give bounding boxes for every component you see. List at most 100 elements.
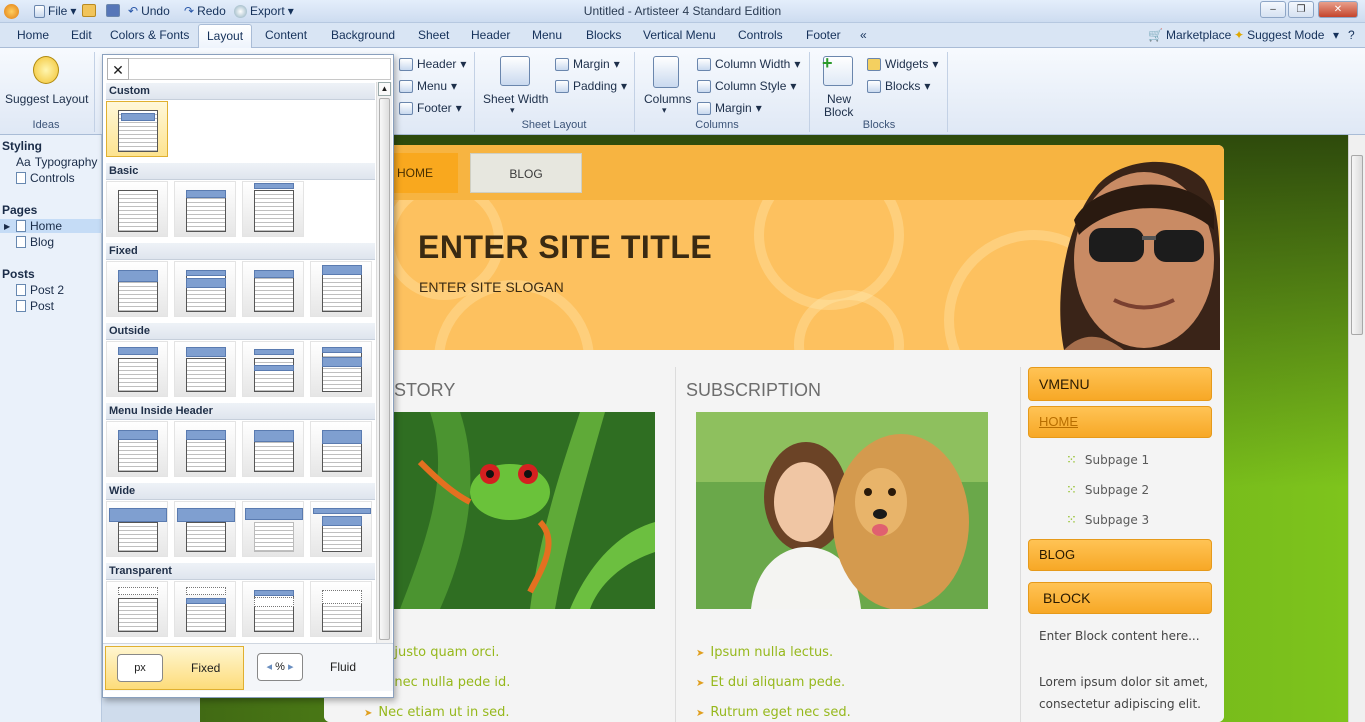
suggest-layout-button[interactable]: Suggest Layout bbox=[5, 92, 88, 106]
vmenu-title[interactable]: VMENU bbox=[1028, 367, 1212, 401]
layout-thumb[interactable] bbox=[310, 261, 372, 317]
post-item-post2[interactable]: Post 2 bbox=[16, 283, 64, 297]
layout-thumb[interactable] bbox=[106, 421, 168, 477]
columns-button[interactable]: Columns bbox=[644, 92, 691, 106]
vmenu-item-home[interactable]: HOME bbox=[1028, 406, 1212, 438]
tab-blocks[interactable]: Blocks bbox=[586, 28, 621, 42]
layout-thumb[interactable] bbox=[106, 261, 168, 317]
layout-thumb[interactable] bbox=[242, 341, 304, 397]
chevron-down-icon[interactable]: ▾ bbox=[1333, 28, 1339, 42]
layout-thumb[interactable] bbox=[242, 261, 304, 317]
tab-home[interactable]: Home bbox=[17, 28, 49, 42]
undo-button[interactable]: ↶ Undo bbox=[128, 4, 170, 18]
expand-icon[interactable]: ▶ bbox=[4, 222, 10, 231]
collapse-tabs-button[interactable]: « bbox=[860, 28, 867, 42]
page-item-home[interactable]: ▶ Home bbox=[0, 219, 102, 233]
site-slogan[interactable]: ENTER SITE SLOGAN bbox=[419, 279, 564, 295]
list-item[interactable]: Et dui aliquam pede. bbox=[696, 675, 845, 690]
open-button[interactable] bbox=[82, 4, 96, 17]
layout-thumb[interactable] bbox=[174, 181, 236, 237]
layout-thumb[interactable] bbox=[106, 341, 168, 397]
save-button[interactable] bbox=[106, 4, 120, 17]
widgets-button[interactable]: Widgets ▾ bbox=[867, 57, 938, 71]
gallery-filter-input[interactable] bbox=[129, 58, 391, 80]
export-button[interactable]: Export ▾ bbox=[234, 4, 294, 18]
margin-button[interactable]: Margin ▾ bbox=[555, 57, 620, 71]
list-item[interactable]: justo quam orci. bbox=[380, 645, 499, 660]
site-preview[interactable]: HOME BLOG ENTER SITE TITLE ENTER SITE SL… bbox=[324, 145, 1224, 722]
woman-dog-photo[interactable] bbox=[696, 412, 988, 609]
layout-thumb[interactable] bbox=[310, 421, 372, 477]
gallery-scrollbar-thumb[interactable] bbox=[379, 98, 390, 640]
marketplace-button[interactable]: 🛒 Marketplace bbox=[1148, 28, 1231, 42]
sheet-width-button[interactable]: Sheet Width bbox=[483, 92, 548, 106]
block-content[interactable]: consectetur adipiscing elit. bbox=[1039, 693, 1201, 715]
layout-thumb[interactable] bbox=[310, 341, 372, 397]
close-icon[interactable]: ✕ bbox=[107, 58, 129, 80]
tab-layout[interactable]: Layout bbox=[198, 24, 253, 48]
tab-vertical-menu[interactable]: Vertical Menu bbox=[643, 28, 716, 42]
typography-item[interactable]: Aa Typography bbox=[16, 155, 97, 169]
column-style-button[interactable]: Column Style ▾ bbox=[697, 79, 796, 93]
padding-button[interactable]: Padding ▾ bbox=[555, 79, 627, 93]
layout-thumb[interactable] bbox=[310, 501, 372, 557]
gallery-scrollbar[interactable]: ▲ ▼ bbox=[376, 82, 392, 669]
site-title[interactable]: ENTER SITE TITLE bbox=[418, 229, 712, 266]
layout-thumb[interactable] bbox=[310, 581, 372, 637]
suggest-mode-button[interactable]: ✦ Suggest Mode bbox=[1234, 28, 1324, 42]
layout-thumb[interactable] bbox=[174, 421, 236, 477]
close-button[interactable]: ✕ bbox=[1318, 1, 1358, 18]
list-item[interactable]: Nec etiam ut in sed. bbox=[364, 705, 509, 720]
column-title-subscription[interactable]: SUBSCRIPTION bbox=[686, 380, 821, 401]
scroll-up-icon[interactable]: ▲ bbox=[378, 82, 391, 96]
list-item[interactable]: Ipsum nulla lectus. bbox=[696, 645, 833, 660]
controls-item[interactable]: Controls bbox=[16, 171, 75, 185]
app-menu-icon[interactable] bbox=[4, 4, 19, 19]
layout-thumb[interactable] bbox=[242, 181, 304, 237]
help-icon[interactable]: ? bbox=[1348, 28, 1355, 42]
tab-sheet[interactable]: Sheet bbox=[418, 28, 449, 42]
page-item-blog[interactable]: Blog bbox=[16, 235, 54, 249]
tab-footer[interactable]: Footer bbox=[806, 28, 841, 42]
scrollbar-thumb[interactable] bbox=[1351, 155, 1363, 335]
layout-thumb[interactable] bbox=[242, 501, 304, 557]
vmenu-subpage[interactable]: Subpage 3 bbox=[1066, 513, 1149, 528]
block-content[interactable]: Enter Block content here... bbox=[1039, 625, 1200, 647]
layout-thumb[interactable] bbox=[106, 101, 168, 157]
nav-item-blog[interactable]: BLOG bbox=[470, 153, 582, 193]
tab-menu[interactable]: Menu bbox=[532, 28, 562, 42]
header-position-button[interactable]: Header ▾ bbox=[399, 57, 466, 71]
layout-thumb[interactable] bbox=[242, 421, 304, 477]
frog-photo[interactable] bbox=[390, 412, 655, 609]
layout-thumb[interactable] bbox=[106, 181, 168, 237]
maximize-button[interactable]: ❐ bbox=[1288, 1, 1314, 18]
redo-button[interactable]: ↷ Redo bbox=[184, 4, 226, 18]
list-item[interactable]: nec nulla pede id. bbox=[380, 675, 510, 690]
canvas-scrollbar[interactable] bbox=[1348, 135, 1365, 722]
column-title-story[interactable]: STORY bbox=[394, 380, 455, 401]
column-margin-button[interactable]: Margin ▾ bbox=[697, 101, 762, 115]
layout-thumb[interactable] bbox=[174, 581, 236, 637]
list-item[interactable]: Rutrum eget nec sed. bbox=[696, 705, 850, 720]
tab-content[interactable]: Content bbox=[265, 28, 307, 42]
block-title[interactable]: BLOCK bbox=[1028, 582, 1212, 614]
file-menu[interactable]: File ▾ bbox=[34, 4, 76, 18]
minimize-button[interactable]: – bbox=[1260, 1, 1286, 18]
layout-thumb[interactable] bbox=[174, 261, 236, 317]
blocks-button[interactable]: Blocks ▾ bbox=[867, 79, 930, 93]
menu-position-button[interactable]: Menu ▾ bbox=[399, 79, 457, 93]
fixed-width-option[interactable]: px Fixed bbox=[105, 646, 244, 690]
layout-thumb[interactable] bbox=[242, 581, 304, 637]
tab-background[interactable]: Background bbox=[331, 28, 395, 42]
tab-header[interactable]: Header bbox=[471, 28, 510, 42]
vmenu-subpage[interactable]: Subpage 2 bbox=[1066, 483, 1149, 498]
tab-controls[interactable]: Controls bbox=[738, 28, 783, 42]
tab-colors-fonts[interactable]: Colors & Fonts bbox=[110, 28, 189, 42]
post-item-post[interactable]: Post bbox=[16, 299, 54, 313]
footer-position-button[interactable]: Footer ▾ bbox=[399, 101, 462, 115]
column-width-button[interactable]: Column Width ▾ bbox=[697, 57, 800, 71]
layout-thumb[interactable] bbox=[174, 341, 236, 397]
layout-thumb[interactable] bbox=[106, 501, 168, 557]
layout-thumb[interactable] bbox=[106, 581, 168, 637]
new-block-button[interactable]: New bbox=[827, 92, 851, 106]
